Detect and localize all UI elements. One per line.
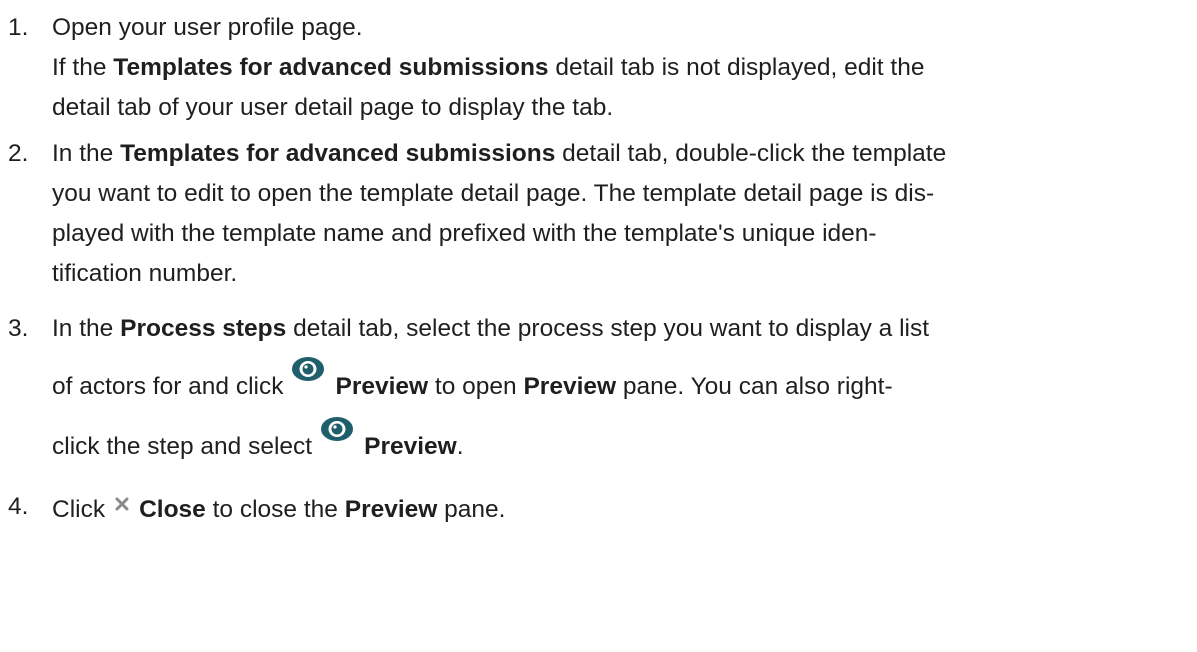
step-1-note: If the Templates for advanced submission… <box>52 48 1197 88</box>
preview-pane-label: Preview <box>523 373 617 400</box>
step-number: 1. <box>8 14 29 41</box>
step-text: to open <box>428 373 524 400</box>
preview-label: Preview <box>335 373 429 400</box>
step-1: 1. Open your user profile page. If the T… <box>0 0 1197 128</box>
tab-name-templates: Templates for advanced submissions <box>120 140 556 167</box>
step-text: Open your user profile page. <box>52 8 1197 48</box>
document-page: 1. Open your user profile page. If the T… <box>0 0 1197 652</box>
eye-icon <box>291 346 325 404</box>
step-4-line-1: Click Close to close the Preview pane. <box>52 484 1197 530</box>
step-2: 2. In the Templates for advanced submiss… <box>0 134 1197 294</box>
step-text: pane. You can also right- <box>616 373 893 400</box>
tab-name-templates: Templates for advanced submissions <box>113 54 549 81</box>
step-2-line-2: you want to edit to open the template de… <box>52 180 935 207</box>
close-x-icon <box>115 484 129 524</box>
step-text: click the step and select <box>52 433 313 460</box>
step-number: 2. <box>8 140 29 167</box>
step-3-line-3: click the step and select Preview. <box>52 417 1197 478</box>
step-2-line-1: In the Templates for advanced submission… <box>52 134 1197 174</box>
step-text: to close the <box>205 496 345 523</box>
step-text: of actors for and click <box>52 373 284 400</box>
close-label: Close <box>139 496 206 523</box>
note-text: detail tab of your user detail page to d… <box>52 94 614 121</box>
step-text: Click <box>52 496 106 523</box>
step-3: 3. In the Process steps detail tab, sele… <box>0 300 1197 478</box>
step-1-note-line2: detail tab of your user detail page to d… <box>52 88 1197 128</box>
step-text: detail tab, select the process step you … <box>286 315 930 342</box>
note-text: detail tab is not displayed, edit the <box>548 54 925 81</box>
step-1-main-text: Open your user profile page. <box>52 14 363 41</box>
eye-icon <box>320 406 354 464</box>
step-2-line-3: played with the template name and prefix… <box>52 220 877 247</box>
preview-label: Preview <box>364 433 457 460</box>
step-3-line-2: of actors for and click Preview to open P… <box>52 357 1197 418</box>
tab-name-process-steps: Process steps <box>120 315 287 342</box>
step-text: In the <box>52 140 121 167</box>
procedure-steps: 1. Open your user profile page. If the T… <box>0 0 1197 530</box>
step-text: pane. <box>437 496 506 523</box>
step-3-line-1: In the Process steps detail tab, select … <box>52 300 1197 358</box>
step-4: 4. Click Close to close the Preview pane. <box>0 484 1197 530</box>
step-text: . <box>456 433 464 460</box>
step-number: 3. <box>8 315 29 342</box>
step-text: detail tab, double-click the template <box>555 140 947 167</box>
step-text: In the <box>52 315 121 342</box>
step-2-line-4: tification number. <box>52 260 238 287</box>
preview-pane-label: Preview <box>344 496 438 523</box>
note-text: If the <box>52 54 114 81</box>
step-number: 4. <box>8 493 29 520</box>
